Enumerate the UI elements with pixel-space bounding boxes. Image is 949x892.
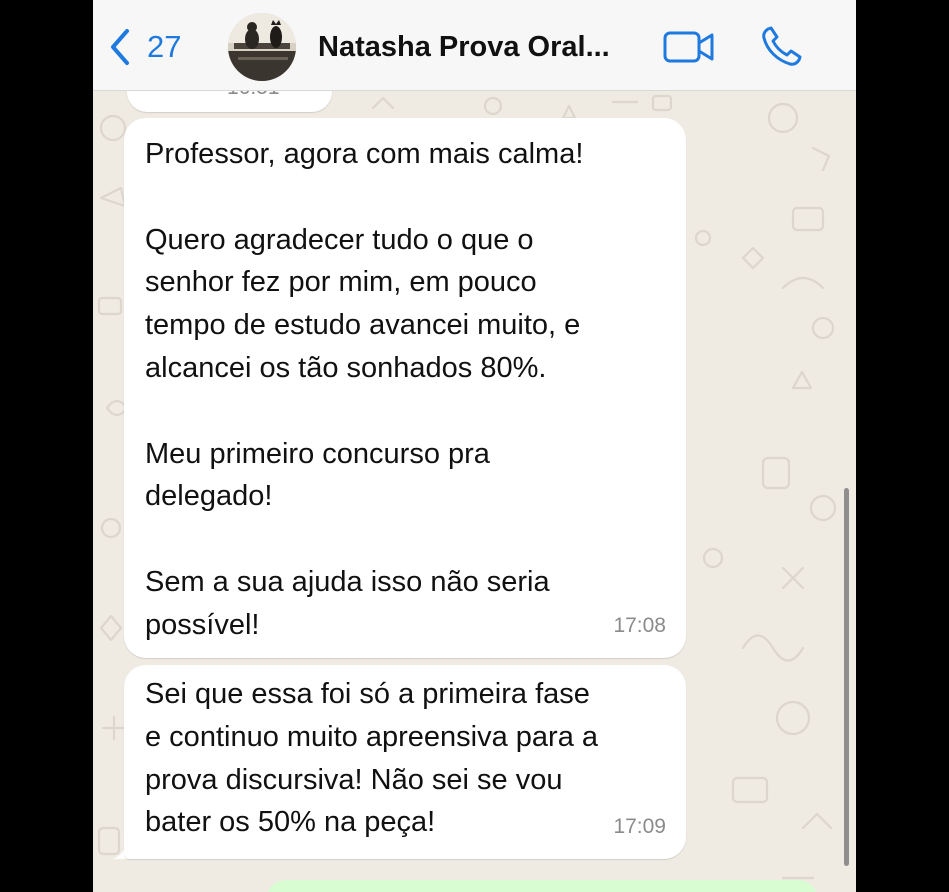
- contact-name[interactable]: Natasha Prova Oral...: [318, 27, 610, 67]
- unread-count: 27: [147, 29, 182, 64]
- message-time: 17:09: [613, 815, 666, 839]
- chat-screen: 27 Natasha Prova Oral... Professor, agor…: [93, 0, 856, 892]
- chat-header: 27 Natasha Prova Oral...: [93, 0, 856, 91]
- chevron-left-icon: [111, 29, 129, 65]
- incoming-message[interactable]: Sei que essa foi só a primeira fase e co…: [124, 665, 686, 859]
- video-camera-icon: [663, 31, 714, 63]
- outgoing-message[interactable]: [266, 880, 818, 892]
- message-text: Sei que essa foi só a primeira fase e co…: [145, 678, 599, 839]
- contact-avatar[interactable]: [228, 13, 296, 81]
- incoming-message[interactable]: Professor, agora com mais calma! Quero a…: [124, 118, 686, 658]
- back-button[interactable]: 27: [107, 27, 181, 67]
- video-call-button[interactable]: [663, 28, 715, 66]
- voice-call-button[interactable]: [760, 24, 804, 68]
- phone-icon: [762, 26, 802, 66]
- message-text: Professor, agora com mais calma! Quero a…: [145, 138, 584, 641]
- message-time: 17:08: [613, 614, 666, 638]
- avatar-photo: [228, 13, 296, 81]
- scrollbar[interactable]: [844, 488, 849, 866]
